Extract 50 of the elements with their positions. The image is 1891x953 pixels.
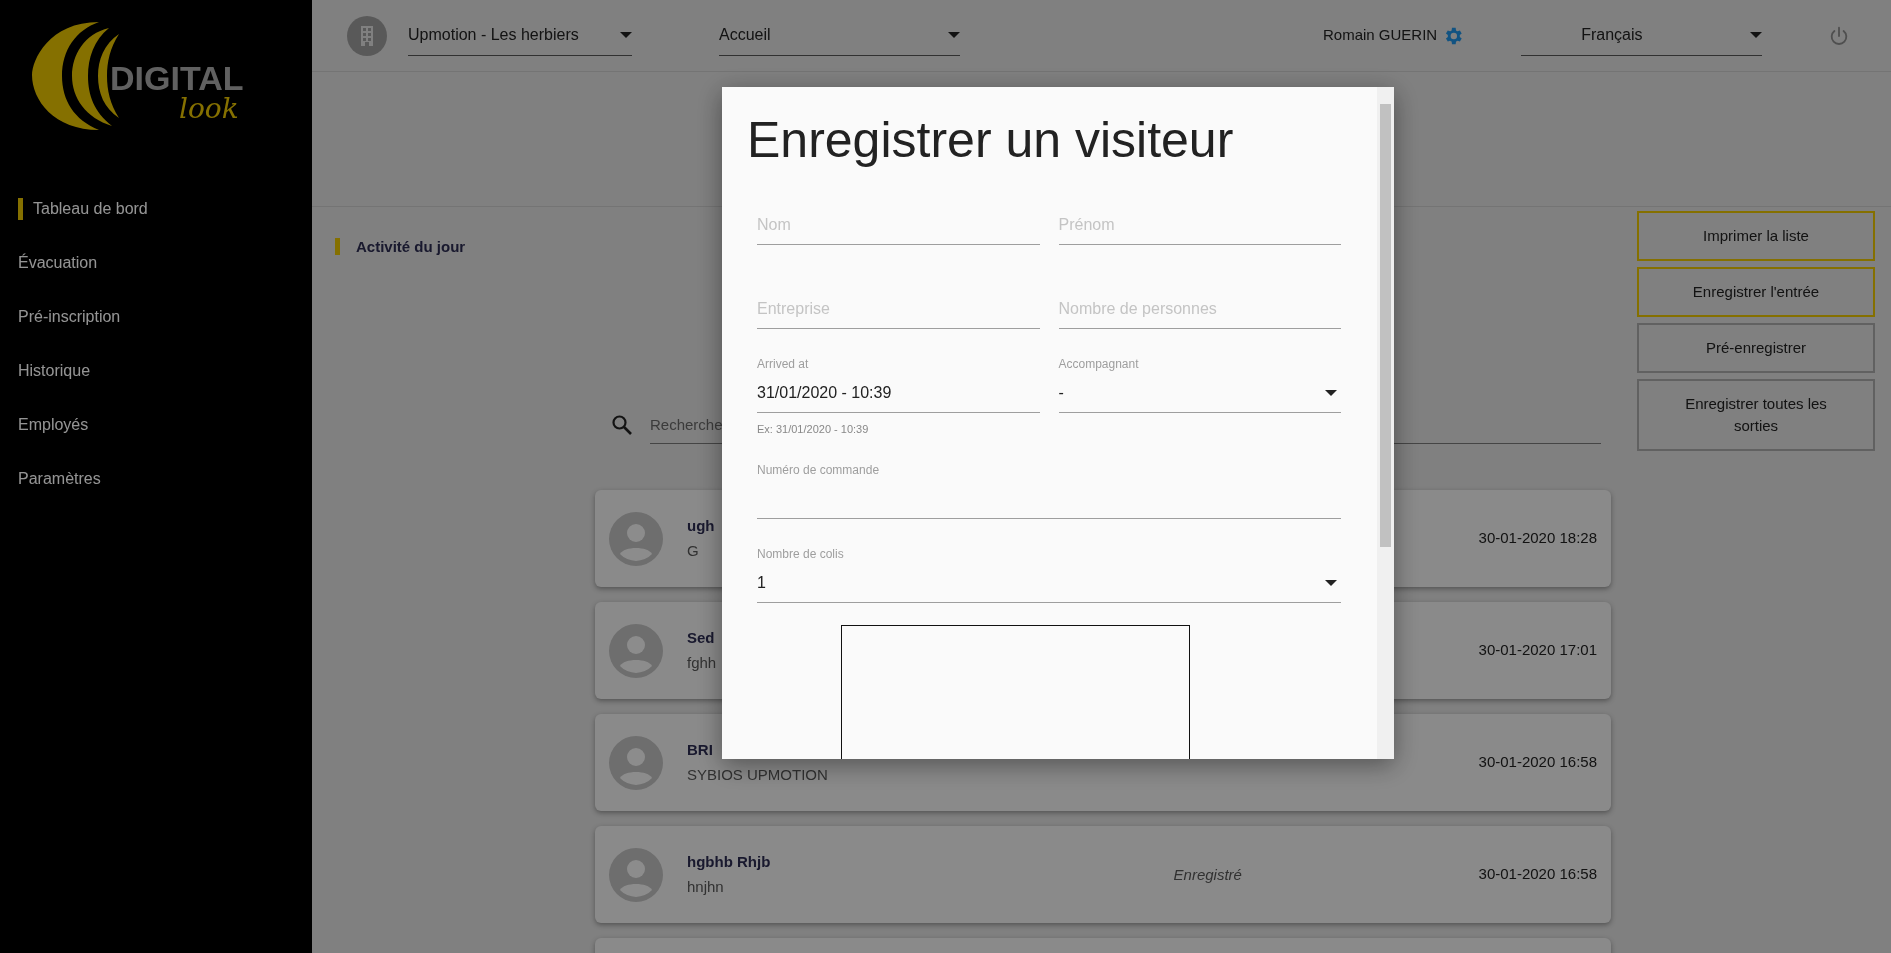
action-button[interactable]: Pré-enregistrer — [1637, 323, 1875, 373]
visitor-company: hnjhn — [687, 876, 724, 897]
sidebar-item[interactable]: Employés — [0, 398, 107, 452]
caret-icon — [620, 32, 632, 38]
sidebar-item[interactable]: Paramètres — [0, 452, 119, 506]
action-button[interactable]: Imprimer la liste — [1637, 211, 1875, 261]
action-button[interactable]: Enregistrer toutes les sorties — [1637, 379, 1875, 451]
page-select[interactable]: Accueil — [719, 15, 960, 56]
sidebar-item[interactable]: Pré-inscription — [0, 290, 139, 344]
select-field[interactable]: - — [1058, 373, 1341, 413]
action-button[interactable]: Enregistrer l'entrée — [1637, 267, 1875, 317]
visitor-card[interactable]: hgbhb Rhjb hnjhn Enregistré 30-01-2020 16:58 — [595, 826, 1611, 923]
avatar-icon — [609, 847, 663, 902]
visitor-company: G — [687, 540, 699, 561]
visit-date: 30-01-2020 16:58 — [1478, 864, 1597, 885]
field-label: Arrived at — [757, 357, 809, 371]
visitor-name: Sed — [687, 628, 715, 648]
field-hint: Ex: 31/01/2020 - 10:39 — [757, 423, 869, 435]
visit-date: 30-01-2020 18:28 — [1478, 528, 1597, 549]
avatar-icon — [609, 735, 663, 790]
field-label: Accompagnant — [1058, 357, 1139, 371]
avatar-icon — [609, 623, 663, 678]
avatar-icon — [609, 511, 663, 566]
scrollbar[interactable] — [1377, 87, 1394, 759]
caret-icon — [1325, 389, 1337, 396]
visitor-name: ugh — [687, 516, 715, 536]
section-title: Activité du jour — [335, 238, 466, 255]
site-select[interactable]: Upmotion - Les herbiers — [408, 15, 632, 56]
select-field[interactable]: 1 — [757, 563, 1341, 603]
field-label: Numéro de commande — [757, 463, 880, 477]
building-icon — [347, 15, 387, 56]
modal-title: Enregistrer un visiteur — [747, 111, 1235, 170]
caret-icon — [948, 32, 960, 38]
input-field[interactable]: 31/01/2020 - 10:39 — [757, 373, 1040, 413]
visitor-company: fghh — [687, 652, 717, 673]
field-label: Nombre de colis — [757, 547, 844, 561]
user-name: Romain GUERIN — [1323, 25, 1438, 46]
caret-icon — [1750, 32, 1763, 38]
sidebar-item[interactable]: Évacuation — [0, 236, 116, 290]
search-icon — [610, 413, 634, 437]
visitor-name: hgbhb Rhjb — [687, 852, 771, 872]
sidebar-item[interactable]: Historique — [0, 344, 109, 398]
visitor-company: SYBIOS UPMOTION — [687, 764, 828, 785]
caret-icon — [1325, 579, 1337, 586]
language-select[interactable]: Français — [1521, 15, 1763, 56]
visitor-name: BRI — [687, 740, 713, 760]
visit-date: 30-01-2020 16:58 — [1478, 752, 1597, 773]
sidebar-item[interactable]: Tableau de bord — [18, 198, 166, 220]
visit-date: 30-01-2020 17:01 — [1478, 640, 1597, 661]
status-text: Enregistré — [1173, 865, 1242, 883]
